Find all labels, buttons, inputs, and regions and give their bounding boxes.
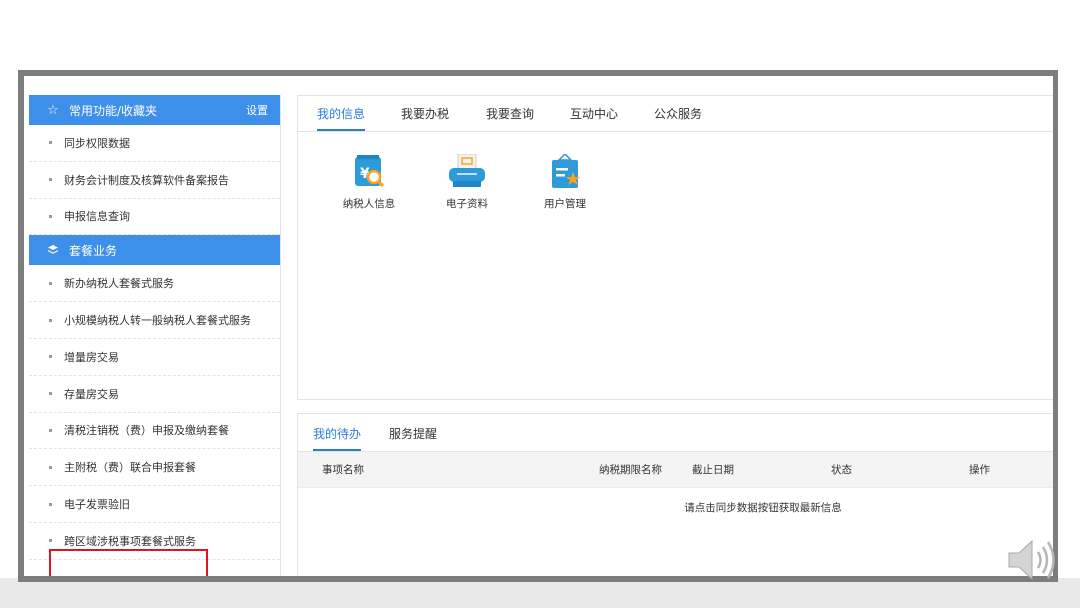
app-user-management[interactable]: 用户管理: [530, 154, 600, 211]
column-header-status: 状态: [831, 464, 852, 476]
sidebar-item-label: 电子发票验旧: [64, 498, 130, 512]
sidebar-item-label: 财务会计制度及核算软件备案报告: [64, 173, 229, 187]
sidebar-item-joint-declaration[interactable]: 主附税（费）联合申报套餐: [29, 449, 280, 487]
tab-service-reminder[interactable]: 服务提醒: [389, 414, 437, 451]
app-label: 纳税人信息: [342, 198, 396, 210]
tab-query[interactable]: 我要查询: [486, 96, 534, 131]
user-management-icon: [552, 154, 580, 188]
bullet: [49, 428, 52, 432]
sidebar: ☆ 常用功能/收藏夹 设置 同步权限数据 财务会计制度及核算软件备案报告 申报信…: [29, 95, 281, 576]
sidebar-item-label: 存量房交易: [64, 387, 119, 401]
bullet: [49, 392, 52, 396]
info-panel: 我的信息 我要办税 我要查询 互动中心 公众服务 ¥ 纳税人信息 电子资料 用户…: [297, 95, 1053, 400]
sidebar-item-accounting-filing[interactable]: 财务会计制度及核算软件备案报告: [29, 162, 280, 199]
app-taxpayer-info[interactable]: ¥ 纳税人信息: [334, 154, 404, 211]
speaker-icon[interactable]: [1005, 535, 1061, 585]
package-title: 套餐业务: [69, 243, 118, 258]
app-electronic-documents[interactable]: 电子资料: [432, 154, 502, 211]
column-header-item-name: 事项名称: [322, 464, 364, 476]
bullet: [49, 178, 52, 182]
bullet: [49, 502, 52, 506]
sidebar-item-label: 清税注销税（费）申报及缴纳套餐: [64, 424, 229, 438]
bullet: [49, 281, 52, 285]
empty-message: 请点击同步数据按钮获取最新信息: [684, 502, 842, 514]
sidebar-item-e-invoice-verify[interactable]: 电子发票验旧: [29, 486, 280, 523]
column-header-tax-period: 纳税期限名称: [599, 464, 662, 476]
highlight-annotation-box: [49, 549, 208, 576]
favorites-header: ☆ 常用功能/收藏夹 设置: [29, 95, 280, 125]
sidebar-item-label: 主附税（费）联合申报套餐: [64, 461, 196, 475]
slide-background-band: [0, 578, 1080, 608]
favorites-title: 常用功能/收藏夹: [69, 103, 158, 118]
tab-my-info[interactable]: 我的信息: [317, 96, 366, 131]
sidebar-item-declaration-query[interactable]: 申报信息查询: [29, 199, 280, 236]
sidebar-item-new-taxpayer[interactable]: 新办纳税人套餐式服务: [29, 265, 280, 303]
app-icons: ¥ 纳税人信息 电子资料 用户管理: [298, 154, 698, 224]
bullet: [49, 539, 52, 543]
sidebar-item-label: 小规模纳税人转一般纳税人套餐式服务: [64, 314, 251, 328]
layers-icon: [45, 244, 61, 256]
star-outline-icon: ☆: [47, 102, 59, 118]
tab-interaction-center[interactable]: 互动中心: [570, 96, 618, 131]
todo-panel: 我的待办 服务提醒 事项名称 纳税期限名称 截止日期 状态 操作 请点击同步数据…: [297, 413, 1053, 576]
sidebar-item-label: 跨区域涉税事项套餐式服务: [64, 534, 196, 548]
bullet: [49, 214, 52, 218]
sidebar-item-label: 新办纳税人套餐式服务: [64, 277, 174, 291]
main-tabs: 我的信息 我要办税 我要查询 互动中心 公众服务: [298, 96, 1053, 132]
bullet: [49, 318, 52, 322]
electronic-documents-icon: [449, 154, 485, 187]
sidebar-item-sync-permissions[interactable]: 同步权限数据: [29, 125, 280, 162]
package-header: 套餐业务: [29, 235, 280, 266]
column-header-deadline: 截止日期: [692, 464, 734, 476]
settings-link[interactable]: 设置: [246, 102, 268, 118]
app-label: 电子资料: [446, 198, 488, 210]
tab-my-todo[interactable]: 我的待办: [313, 414, 362, 451]
column-header-action: 操作: [969, 464, 990, 476]
sidebar-item-label: 申报信息查询: [64, 210, 130, 224]
sidebar-item-tax-deregistration[interactable]: 清税注销税（费）申报及缴纳套餐: [29, 413, 280, 450]
sidebar-item-label: 增量房交易: [64, 350, 119, 364]
sidebar-item-new-house-trade[interactable]: 增量房交易: [29, 339, 280, 376]
bullet: [49, 141, 52, 145]
tab-tax-handling[interactable]: 我要办税: [401, 96, 449, 131]
taxpayer-info-icon: ¥: [355, 155, 385, 188]
app-label: 用户管理: [544, 198, 586, 210]
todo-tabs: 我的待办 服务提醒: [298, 414, 1053, 452]
app-window: ☆ 常用功能/收藏夹 设置 同步权限数据 财务会计制度及核算软件备案报告 申报信…: [24, 76, 1053, 576]
sidebar-item-label: 同步权限数据: [64, 136, 130, 150]
sidebar-item-existing-house-trade[interactable]: 存量房交易: [29, 376, 280, 413]
sidebar-item-small-to-general[interactable]: 小规模纳税人转一般纳税人套餐式服务: [29, 302, 280, 339]
todo-table-header: 事项名称 纳税期限名称 截止日期 状态 操作: [298, 452, 1053, 488]
tab-public-service[interactable]: 公众服务: [654, 96, 702, 131]
bullet: [49, 355, 52, 359]
bullet: [49, 465, 52, 469]
